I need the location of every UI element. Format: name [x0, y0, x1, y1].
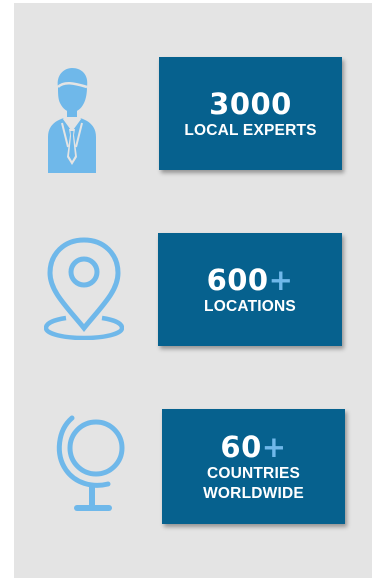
stat-card-local-experts: 3000 LOCAL EXPERTS — [159, 57, 342, 170]
stat-number: 3000 — [209, 87, 292, 121]
stat-card-locations: 600+ LOCATIONS — [158, 233, 342, 346]
stat-number: 600+ — [207, 263, 294, 297]
stat-plus-sign: + — [261, 429, 287, 464]
stat-plus-sign: + — [268, 262, 294, 297]
stat-value: 3000 — [209, 86, 292, 121]
stat-card-countries: 60+ COUNTRIES WORLDWIDE — [162, 409, 345, 524]
stat-value: 600 — [206, 262, 269, 297]
stat-label: LOCAL EXPERTS — [184, 121, 317, 139]
stat-number: 60+ — [220, 430, 286, 464]
stat-label-line-2: WORLDWIDE — [203, 484, 304, 502]
stat-label-line-1: COUNTRIES — [206, 464, 301, 482]
businessman-icon — [44, 67, 100, 173]
globe-icon — [50, 408, 134, 516]
stat-value: 60 — [220, 429, 262, 464]
location-pin-icon — [44, 236, 124, 340]
stat-label: LOCATIONS — [204, 297, 296, 315]
